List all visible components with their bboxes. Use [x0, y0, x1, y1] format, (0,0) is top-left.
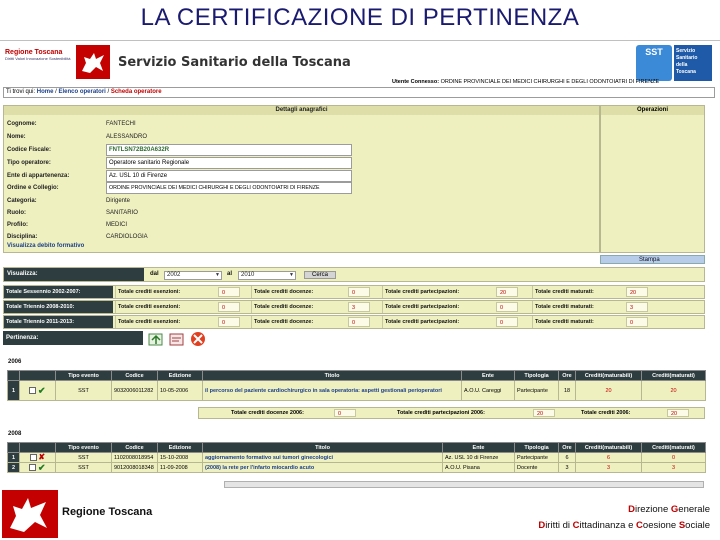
- dettagli-anagrafici-panel: Dettagli anagrafici Cognome: FANTECHI Nom…: [3, 105, 600, 253]
- table-row[interactable]: 2 ✔ SST 9012008018348 11-09-2008 (2008) …: [7, 462, 706, 473]
- panel-header: Dettagli anagrafici: [4, 106, 599, 115]
- cross-icon: ✘: [38, 452, 46, 462]
- table-row[interactable]: 1 ✔ SST 9032006011282 10-05-2006 il perc…: [7, 380, 706, 401]
- breadcrumb-current: Scheda operatore: [110, 89, 162, 95]
- events-2006-table: Tipo evento Codice Edizione Titolo Ente Tipo…: [7, 370, 706, 401]
- dal-select[interactable]: 2002 ▼: [164, 271, 222, 280]
- row-checkbox[interactable]: [29, 454, 37, 461]
- region-name: Regione Toscana: [5, 49, 63, 56]
- cerca-button[interactable]: Cerca: [304, 271, 336, 279]
- year-2008-label: 2008: [8, 431, 22, 437]
- footer-region-name: Regione Toscana: [62, 506, 153, 518]
- chevron-down-icon: ▼: [289, 272, 294, 278]
- year-2006-label: 2006: [8, 359, 22, 365]
- row-checkbox[interactable]: [29, 464, 37, 471]
- horizontal-scrollbar[interactable]: [224, 481, 704, 488]
- totale-row: Totale Triennio 2011-2013: Totale credit…: [3, 315, 705, 329]
- row-checkbox[interactable]: [29, 387, 37, 394]
- summary-2006-row: Totale crediti docenze 2006: 0 Totale cr…: [198, 407, 705, 419]
- connected-user: Utente Connesso: ORDINE PROVINCIALE DEI …: [392, 79, 660, 85]
- event-title-link[interactable]: (2008) la rete per l'infarto miocardio a…: [202, 462, 443, 473]
- table-row[interactable]: 1 ✘ SST 1102008018954 15-10-2008 aggiorn…: [7, 452, 706, 463]
- regione-toscana-logo: Regione Toscana Diritti Valori Innovazio…: [5, 49, 75, 77]
- al-label: al: [227, 271, 233, 277]
- app-header: Regione Toscana Diritti Valori Innovazio…: [0, 41, 720, 85]
- table-header-row: Tipo evento Codice Edizione Titolo Ente Tipo…: [7, 370, 706, 381]
- event-title-link[interactable]: aggiornamento formativo sui tumori ginec…: [202, 452, 443, 463]
- pertinenza-label: Pertinenza:: [3, 331, 143, 345]
- slide-footer: Regione Toscana Direzione Generale Dirit…: [0, 488, 720, 540]
- event-title-link[interactable]: il percorso del paziente cardiochirurgic…: [202, 380, 462, 401]
- chevron-down-icon: ▼: [215, 272, 220, 278]
- breadcrumb-home[interactable]: Home: [37, 89, 54, 95]
- region-subtitle: Diritti Valori Innovazione Sostenibilità: [5, 56, 71, 61]
- pegasus-icon: [2, 490, 58, 538]
- check-icon: ✔: [37, 462, 46, 473]
- app-title: Servizio Sanitario della Toscana: [118, 55, 351, 70]
- stampa-button[interactable]: Stampa: [639, 256, 660, 264]
- slide-title: LA CERTIFICAZIONE DI PERTINENZA: [140, 4, 580, 31]
- breadcrumb-elenco-operatori[interactable]: Elenco operatori: [58, 89, 105, 95]
- filter-bar: Visualizza: dal 2002 ▼ al 2010 ▼ Cerca: [3, 267, 705, 282]
- filter-label: Visualizza:: [4, 268, 144, 281]
- debito-formativo-link[interactable]: Visualizza debito formativo: [7, 243, 84, 249]
- cancel-icon[interactable]: [191, 332, 205, 346]
- app-screenshot: Regione Toscana Diritti Valori Innovazio…: [0, 40, 720, 488]
- stampa-bar: Stampa: [600, 255, 705, 264]
- dal-label: dal: [150, 271, 159, 277]
- totale-row: Totale Sessennio 2002-2007: Totale credi…: [3, 285, 705, 299]
- sst-logo-text: Servizio Sanitario della Toscana: [674, 45, 712, 81]
- pertinenza-actions: [148, 331, 208, 346]
- export-icon[interactable]: [148, 333, 163, 346]
- totale-row: Totale Triennio 2008-2010: Totale credit…: [3, 300, 705, 314]
- table-header-row: Tipo evento Codice Edizione Titolo Ente Tipo…: [7, 442, 706, 453]
- footer-directorate: Direzione Generale Diritti di Cittadinan…: [538, 502, 710, 534]
- certificate-icon[interactable]: [169, 333, 184, 346]
- al-select[interactable]: 2010 ▼: [238, 271, 296, 280]
- footer-line-1: Direzione Generale: [628, 504, 710, 515]
- operazioni-header: Operazioni: [601, 106, 704, 115]
- pegasus-icon: [76, 45, 110, 79]
- check-icon: ✔: [37, 385, 46, 396]
- breadcrumb: Ti trovi qui: Home / Elenco operatori / …: [3, 87, 715, 98]
- sst-badge: SST: [636, 45, 672, 81]
- operazioni-panel: Operazioni: [600, 105, 705, 253]
- footer-line-2: Diritti di Cittadinanza e Coesione Socia…: [538, 520, 710, 531]
- events-2008-table: Tipo evento Codice Edizione Titolo Ente Tipo…: [7, 442, 706, 473]
- sst-logo: SST Servizio Sanitario della Toscana: [636, 45, 712, 81]
